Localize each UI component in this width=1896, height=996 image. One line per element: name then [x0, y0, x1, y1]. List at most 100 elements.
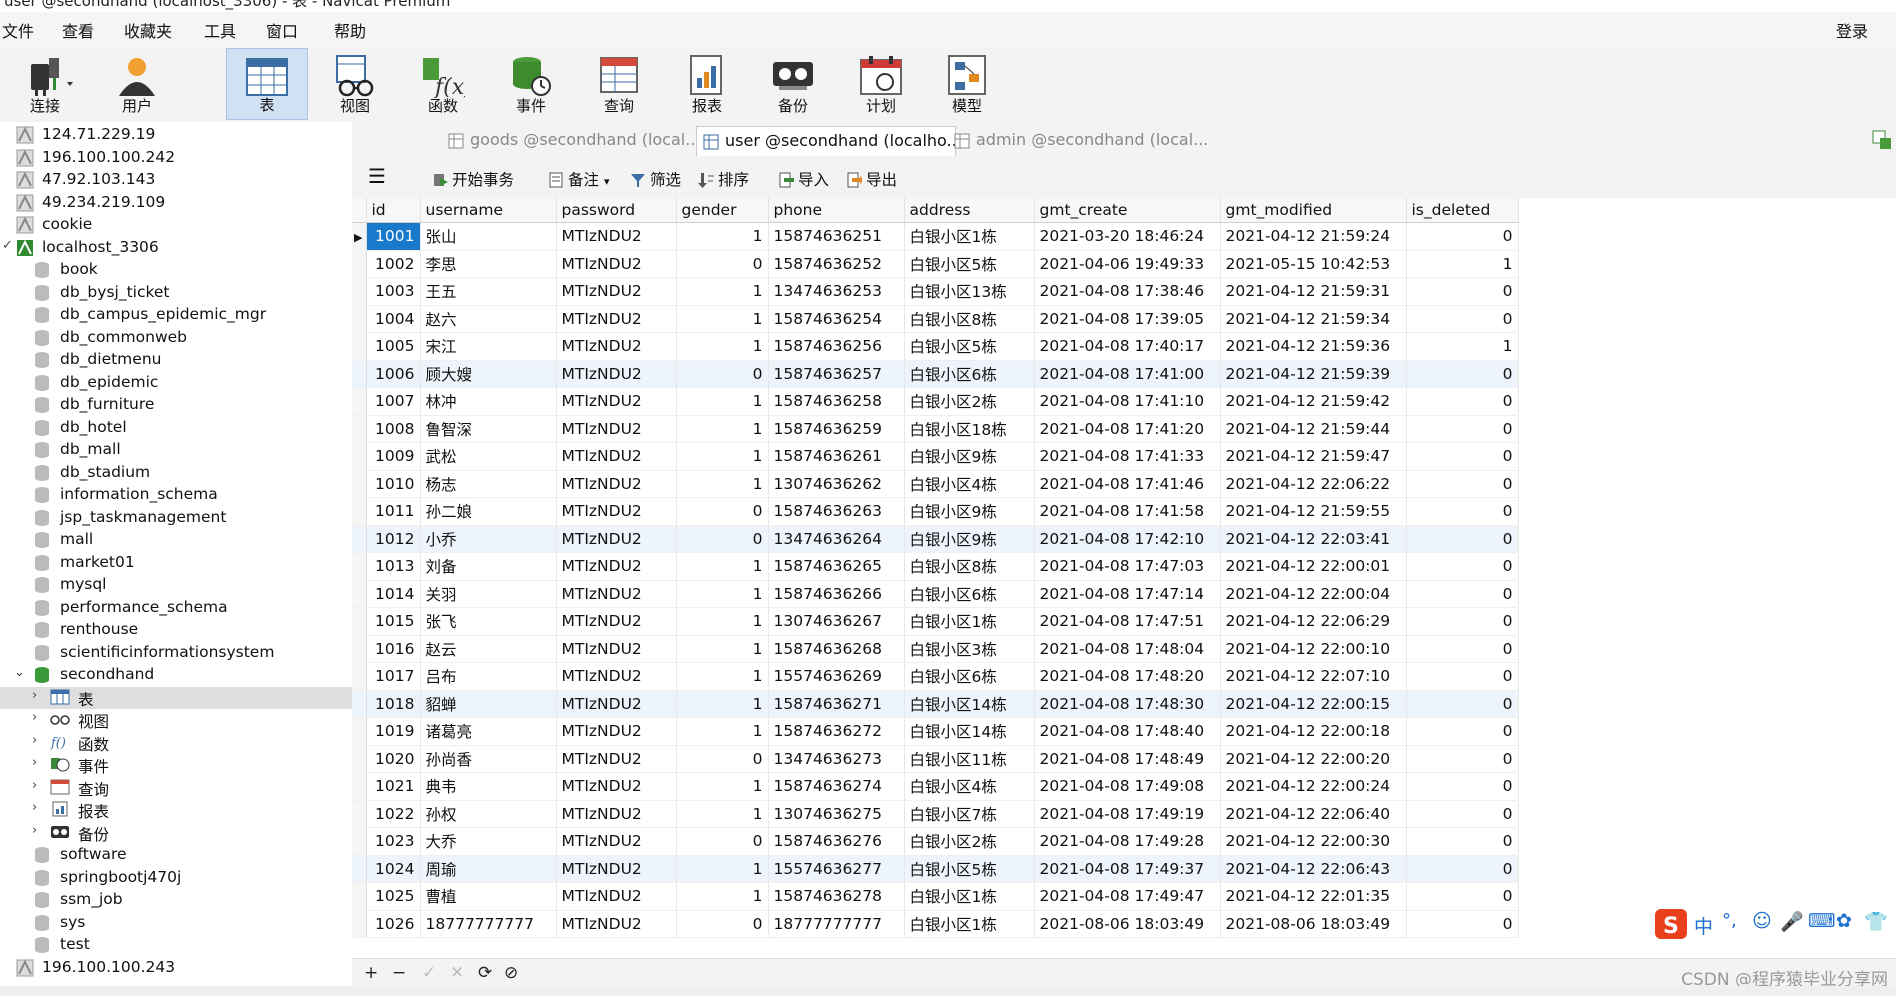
tree-item--[interactable]: › 事件	[0, 754, 352, 776]
row-indicator[interactable]	[352, 332, 367, 361]
cell-phone[interactable]: 13474636264	[768, 525, 905, 553]
cell-gmt-create[interactable]: 2021-04-08 17:41:58	[1034, 497, 1221, 526]
cell-password[interactable]: MTIzNDU2	[556, 415, 677, 443]
table-row[interactable]: 1007 林冲 MTIzNDU2 1 15874636258 白银小区2栋 2021-04-…	[352, 387, 1519, 416]
chevron-right-icon[interactable]: ›	[32, 755, 37, 770]
chevron-right-icon[interactable]: ›	[32, 778, 37, 793]
cell-gender[interactable]: 1	[676, 387, 769, 416]
cell-gmt-create[interactable]: 2021-04-08 17:49:28	[1034, 827, 1221, 856]
row-indicator[interactable]	[352, 827, 367, 856]
table-row[interactable]: 1023 大乔 MTIzNDU2 0 15874636276 白银小区2栋 2021-04-…	[352, 827, 1519, 856]
cell-gmt-modified[interactable]: 2021-04-12 22:01:35	[1220, 882, 1407, 911]
cell-address[interactable]: 白银小区14栋	[904, 717, 1035, 746]
cell-id[interactable]: 1002	[366, 250, 421, 278]
cell-phone[interactable]: 13074636262	[768, 470, 905, 498]
cell-username[interactable]: 18777777777	[420, 910, 557, 938]
cell-is-deleted[interactable]: 0	[1406, 607, 1519, 636]
column-header-password[interactable]: password	[556, 198, 677, 223]
cell-password[interactable]: MTIzNDU2	[556, 745, 677, 773]
tree-item-performance-schema[interactable]: performance_schema	[0, 597, 352, 619]
cell-gender[interactable]: 1	[676, 635, 769, 663]
cell-phone[interactable]: 15874636278	[768, 882, 905, 911]
cell-address[interactable]: 白银小区4栋	[904, 470, 1035, 498]
table-row[interactable]: 1005 宋江 MTIzNDU2 1 15874636256 白银小区5栋 2021-04-…	[352, 332, 1519, 361]
tree-item--[interactable]: › 备份	[0, 822, 352, 844]
cell-gmt-create[interactable]: 2021-04-08 17:48:20	[1034, 662, 1221, 691]
cell-gender[interactable]: 0	[676, 910, 769, 938]
cell-phone[interactable]: 18777777777	[768, 910, 905, 938]
cell-address[interactable]: 白银小区6栋	[904, 360, 1035, 388]
column-header-id[interactable]: id	[366, 198, 421, 223]
cell-address[interactable]: 白银小区1栋	[904, 910, 1035, 938]
cell-address[interactable]: 白银小区9栋	[904, 442, 1035, 471]
tree-item-db-dietmenu[interactable]: db_dietmenu	[0, 349, 352, 371]
row-indicator[interactable]	[352, 305, 367, 333]
toolbar-report-button[interactable]: 报表	[666, 48, 748, 120]
row-indicator[interactable]	[352, 882, 367, 911]
cell-gmt-modified[interactable]: 2021-04-12 22:06:22	[1220, 470, 1407, 498]
cell-gender[interactable]: 1	[676, 470, 769, 498]
cell-username[interactable]: 孙尚香	[420, 745, 557, 773]
menu-help[interactable]: 帮助	[334, 18, 366, 42]
cell-gmt-create[interactable]: 2021-04-08 17:48:40	[1034, 717, 1221, 746]
cell-is-deleted[interactable]: 0	[1406, 552, 1519, 581]
apply-changes-button[interactable]: ✓	[422, 963, 436, 983]
menu-favorites[interactable]: 收藏夹	[124, 18, 172, 42]
tree-item-mysql[interactable]: mysql	[0, 574, 352, 596]
cell-gmt-create[interactable]: 2021-04-08 17:39:05	[1034, 305, 1221, 333]
column-header-gmt-create[interactable]: gmt_create	[1034, 198, 1221, 223]
tree-item-ssm-job[interactable]: ssm_job	[0, 889, 352, 911]
cell-id[interactable]: 1023	[366, 827, 421, 856]
refresh-button[interactable]: ⟳	[478, 963, 492, 983]
cell-id[interactable]: 1017	[366, 662, 421, 691]
table-row[interactable]: 1003 王五 MTIzNDU2 1 13474636253 白银小区13栋 2021-04…	[352, 277, 1519, 306]
table-row[interactable]: 1021 典韦 MTIzNDU2 1 15874636274 白银小区4栋 2021-04-…	[352, 772, 1519, 801]
cell-password[interactable]: MTIzNDU2	[556, 910, 677, 938]
cell-password[interactable]: MTIzNDU2	[556, 222, 677, 251]
column-header-is-deleted[interactable]: is_deleted	[1406, 198, 1519, 223]
cell-password[interactable]: MTIzNDU2	[556, 635, 677, 663]
row-indicator[interactable]	[352, 387, 367, 416]
cell-gender[interactable]: 1	[676, 772, 769, 801]
ime-skin-icon[interactable]: 👕	[1864, 910, 1888, 933]
cell-address[interactable]: 白银小区3栋	[904, 635, 1035, 663]
chevron-down-icon[interactable]: ⌄	[14, 665, 25, 680]
tree-item-mall[interactable]: mall	[0, 529, 352, 551]
cell-id[interactable]: 1013	[366, 552, 421, 581]
cell-gmt-modified[interactable]: 2021-04-12 22:00:10	[1220, 635, 1407, 663]
cell-gender[interactable]: 1	[676, 690, 769, 718]
cell-username[interactable]: 王五	[420, 277, 557, 306]
cell-username[interactable]: 吕布	[420, 662, 557, 691]
cell-gmt-modified[interactable]: 2021-04-12 22:00:15	[1220, 690, 1407, 718]
row-indicator[interactable]	[352, 497, 367, 526]
cell-address[interactable]: 白银小区2栋	[904, 827, 1035, 856]
cell-gender[interactable]: 0	[676, 745, 769, 773]
toolbar-function-button[interactable]: f(x) 函数	[402, 48, 484, 120]
cell-phone[interactable]: 15874636256	[768, 332, 905, 361]
cell-username[interactable]: 大乔	[420, 827, 557, 856]
row-indicator[interactable]	[352, 662, 367, 691]
row-indicator[interactable]	[352, 525, 367, 553]
table-row[interactable]: ▶ 1001 张山 MTIzNDU2 1 15874636251 白银小区1栋 2021-03…	[352, 222, 1519, 251]
toolbar-backup-button[interactable]: 备份	[752, 48, 834, 120]
tree-item-sys[interactable]: sys	[0, 912, 352, 934]
cell-id[interactable]: 1011	[366, 497, 421, 526]
table-row[interactable]: 1009 武松 MTIzNDU2 1 15874636261 白银小区9栋 2021-04-…	[352, 442, 1519, 471]
cell-gmt-modified[interactable]: 2021-04-12 21:59:34	[1220, 305, 1407, 333]
cell-address[interactable]: 白银小区6栋	[904, 580, 1035, 608]
cell-username[interactable]: 张山	[420, 222, 557, 251]
menu-view[interactable]: 查看	[62, 18, 94, 42]
cell-phone[interactable]: 13474636253	[768, 277, 905, 306]
cell-is-deleted[interactable]: 0	[1406, 360, 1519, 388]
row-indicator[interactable]	[352, 470, 367, 498]
cell-username[interactable]: 典韦	[420, 772, 557, 801]
cell-address[interactable]: 白银小区13栋	[904, 277, 1035, 306]
cell-address[interactable]: 白银小区6栋	[904, 662, 1035, 691]
tree-item-test[interactable]: test	[0, 934, 352, 956]
table-row[interactable]: 1012 小乔 MTIzNDU2 0 13474636264 白银小区9栋 2021-04-…	[352, 525, 1519, 553]
cell-phone[interactable]: 15874636257	[768, 360, 905, 388]
cell-is-deleted[interactable]: 0	[1406, 882, 1519, 911]
cell-username[interactable]: 张飞	[420, 607, 557, 636]
cell-is-deleted[interactable]: 0	[1406, 442, 1519, 471]
cell-phone[interactable]: 15874636261	[768, 442, 905, 471]
